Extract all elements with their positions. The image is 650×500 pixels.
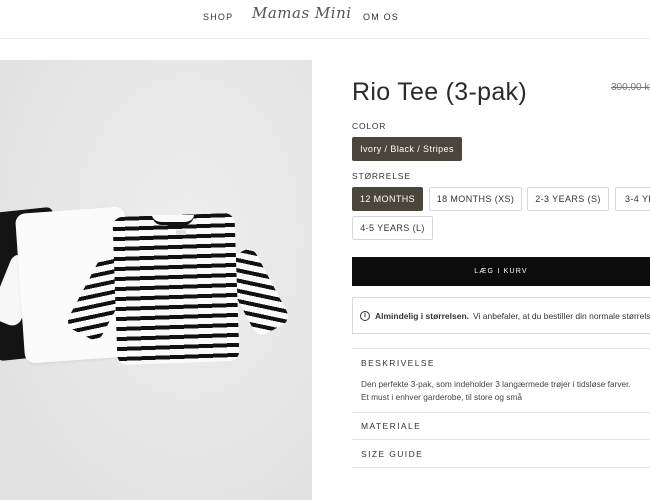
description-line-1: Den perfekte 3-pak, som indeholder 3 lan… xyxy=(361,379,631,389)
divider xyxy=(352,467,650,468)
divider xyxy=(352,348,650,349)
site-logo[interactable]: Mamas Mini xyxy=(252,4,352,22)
striped-shirt-image xyxy=(112,212,240,366)
color-option-ivory-black-stripes[interactable]: Ivory / Black / Stripes xyxy=(352,137,462,161)
add-to-cart-button[interactable]: LÆG I KURV xyxy=(352,257,650,286)
size-option-3-4-years[interactable]: 3-4 YEARS xyxy=(615,187,650,211)
notice-bold-text: Almindelig i størrelsen. xyxy=(375,310,469,321)
product-title: Rio Tee (3-pak) xyxy=(352,78,527,106)
size-option-18-months[interactable]: 18 MONTHS (XS) xyxy=(429,187,522,211)
product-image[interactable] xyxy=(0,60,312,500)
notice-text: Vi anbefaler, at du bestiller din normal… xyxy=(473,310,650,321)
nav-about-link[interactable]: OM OS xyxy=(363,12,399,22)
product-price: 300,00 kr xyxy=(611,82,650,93)
info-icon: i xyxy=(360,310,370,321)
nav-shop-link[interactable]: SHOP xyxy=(203,12,233,22)
description-line-2: Et must i enhver garderobe, til store og… xyxy=(361,392,522,402)
striped-shirt-collar xyxy=(152,215,194,225)
size-label: STØRRELSE xyxy=(352,171,411,181)
description-text: Den perfekte 3-pak, som indeholder 3 lan… xyxy=(361,378,650,404)
description-accordion-toggle[interactable]: BESKRIVELSE xyxy=(361,358,435,368)
size-option-2-3-years[interactable]: 2-3 YEARS (S) xyxy=(527,187,609,211)
size-option-12-months[interactable]: 12 MONTHS xyxy=(352,187,423,211)
size-notice: i Almindelig i størrelsen. Vi anbefaler,… xyxy=(352,297,650,334)
divider xyxy=(352,412,650,413)
size-option-4-5-years[interactable]: 4-5 YEARS (L) xyxy=(352,216,433,240)
site-header: SHOP Mamas Mini OM OS xyxy=(0,0,650,39)
color-label: COLOR xyxy=(352,121,387,131)
divider xyxy=(352,439,650,440)
shirt-tag xyxy=(176,230,186,235)
size-guide-accordion-toggle[interactable]: SIZE GUIDE xyxy=(361,449,423,459)
material-accordion-toggle[interactable]: MATERIALE xyxy=(361,421,421,431)
